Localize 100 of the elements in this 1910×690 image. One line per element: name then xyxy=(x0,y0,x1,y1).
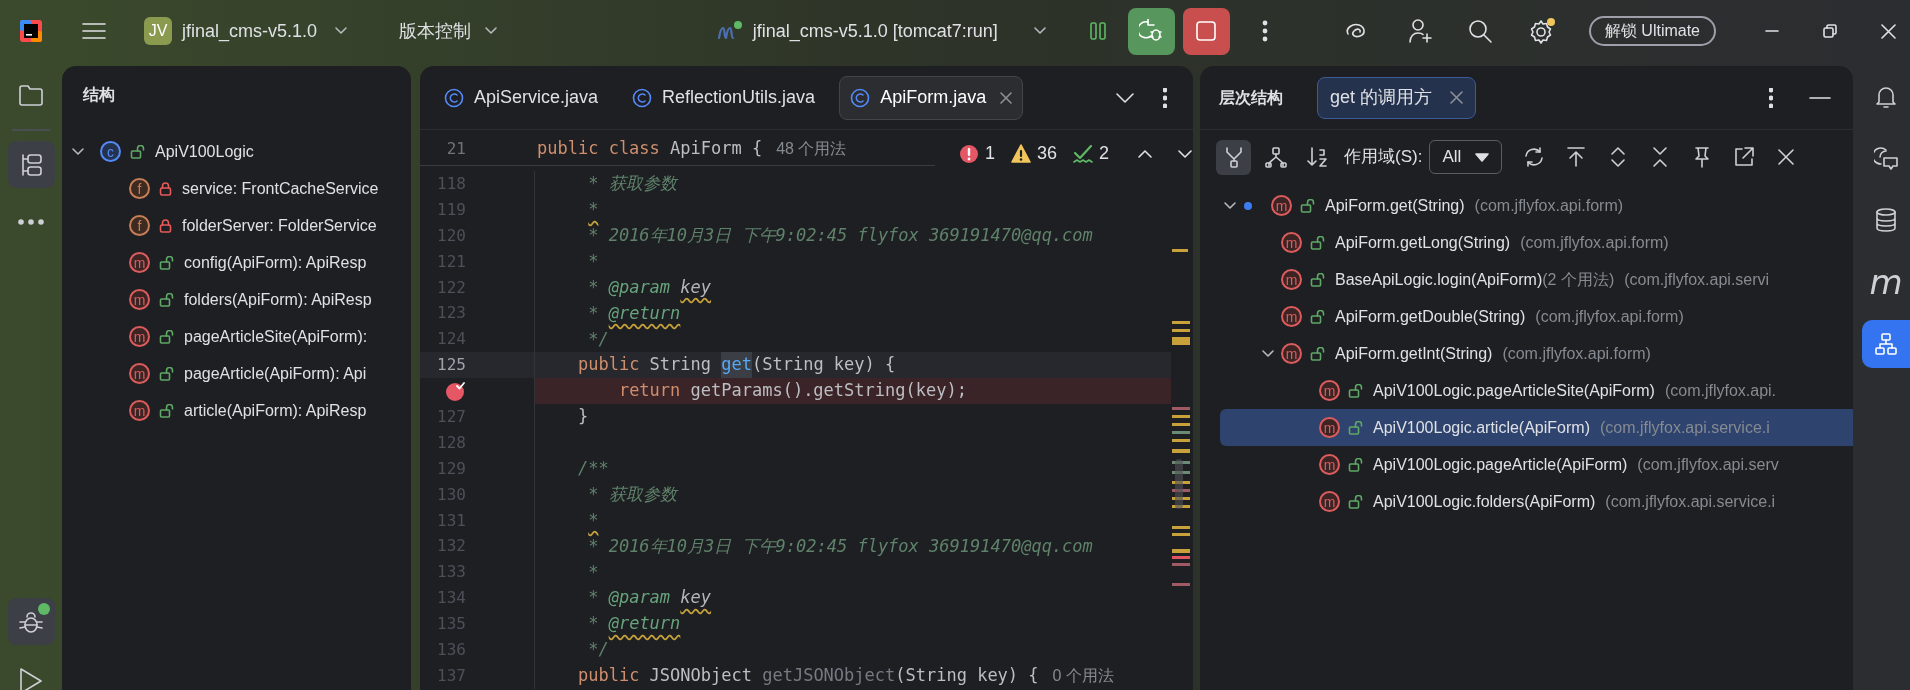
method-icon: m xyxy=(1281,306,1302,327)
method-icon: m xyxy=(129,363,150,384)
code-token: * 2016年10月3日 下午9:02:45 flyfox 369191470@qq.com xyxy=(588,534,1093,558)
scope-dropdown[interactable]: All xyxy=(1429,140,1503,174)
method-name: ApiForm.getDouble(String) xyxy=(1335,306,1526,327)
code-token: get xyxy=(721,352,752,378)
typo-count[interactable]: 2 xyxy=(1099,140,1109,167)
arrow-up-icon xyxy=(1565,146,1588,168)
dropdown-arrow-icon xyxy=(1475,152,1490,162)
code-token: } xyxy=(577,405,589,429)
hierarchy-row[interactable]: m ApiV100Logic.pageArticleSite(ApiForm) (com.jflyfox.api. xyxy=(1220,372,1853,409)
code-token: ApiForm { xyxy=(670,136,763,160)
code-token: * xyxy=(588,560,599,584)
rerun-debug-button[interactable] xyxy=(1127,7,1175,55)
refresh-icon xyxy=(1523,146,1546,168)
warning-count[interactable]: 36 xyxy=(1036,140,1057,167)
restore-icon xyxy=(1823,24,1837,38)
more-icon xyxy=(1261,20,1268,42)
method-name: ApiForm.get(String) xyxy=(1325,195,1465,216)
editor-tab[interactable]: ApiService.java xyxy=(434,75,609,120)
pause-icon xyxy=(1088,21,1107,41)
method-name: ApiV100Logic.article(ApiForm) xyxy=(1373,417,1590,438)
method-icon: m xyxy=(1281,232,1302,253)
method-name: BaseApiLogic.login(ApiForm) xyxy=(1335,269,1543,290)
structure-item[interactable]: pageArticleSite(ApiForm): xyxy=(184,324,368,349)
code-token: */ xyxy=(588,327,609,351)
structure-tool-button[interactable] xyxy=(7,141,55,188)
vcs-menu[interactable]: 版本控制 xyxy=(399,11,500,51)
hierarchy-row[interactable]: m ApiForm.getDouble(String) (com.jflyfox.api.form) xyxy=(1220,298,1853,335)
open-in-window-icon xyxy=(1733,146,1756,168)
line-number: 21 xyxy=(445,137,466,160)
project-badge: JV xyxy=(144,17,172,45)
code-token: /** xyxy=(577,457,609,480)
structure-item[interactable]: article(ApiForm): ApiResp xyxy=(184,398,367,423)
run-configuration-selector[interactable]: jfinal_cms-v5.1.0 [tomcat7:run] xyxy=(715,11,1048,51)
close-icon[interactable] xyxy=(1450,91,1464,104)
breakpoint-icon[interactable] xyxy=(445,380,466,402)
bug-restart-icon xyxy=(1139,19,1164,43)
editor-tab[interactable]: ApiForm.java xyxy=(839,75,1024,120)
menu-icon xyxy=(81,21,107,41)
hierarchy-row[interactable]: m ApiForm.getInt(String) (com.jflyfox.api.form) xyxy=(1220,335,1853,372)
close-icon[interactable] xyxy=(1000,91,1013,104)
method-icon: m xyxy=(1281,343,1302,364)
code-token: getJSONObject xyxy=(762,664,896,688)
unlock-ultimate-button[interactable]: 解锁 Ultimate xyxy=(1588,16,1716,46)
method-icon: m xyxy=(1319,454,1340,475)
error-count[interactable]: 1 xyxy=(984,140,995,167)
editor-tab[interactable]: ReflectionUtils.java xyxy=(622,75,826,120)
method-icon: m xyxy=(129,326,150,347)
debug-tool-button[interactable] xyxy=(7,598,55,645)
structure-item[interactable]: service: FrontCacheService xyxy=(182,176,379,201)
method-icon: m xyxy=(1319,491,1340,512)
code-token: * xyxy=(588,301,600,325)
structure-item[interactable]: pageArticle(ApiForm): Api xyxy=(184,361,367,386)
hierarchy-icon xyxy=(1874,332,1898,356)
class-icon: c xyxy=(100,141,121,162)
field-icon: f xyxy=(129,178,150,199)
hierarchy-row[interactable]: m BaseApiLogic.login(ApiForm)(2 个用法) (com.jflyfox.api.servi xyxy=(1220,261,1853,298)
more-icon[interactable] xyxy=(1769,87,1773,108)
callers-view-button[interactable] xyxy=(1216,139,1251,175)
field-icon: f xyxy=(129,215,150,236)
more-icon xyxy=(18,218,44,225)
code-token: public xyxy=(577,353,641,377)
usage-hint: 48 个用法 xyxy=(776,138,847,159)
error-icon xyxy=(958,143,979,164)
method-icon: m xyxy=(1281,269,1302,290)
hierarchy-tab[interactable]: get 的调用方 xyxy=(1317,76,1477,119)
code-token: (String key) { xyxy=(752,353,896,377)
panel-title: 层次结构 xyxy=(1219,87,1283,108)
stop-button[interactable] xyxy=(1182,7,1230,55)
structure-item[interactable]: folders(ApiForm): ApiResp xyxy=(184,287,372,312)
code-token: * xyxy=(588,198,599,222)
code-token: @param xyxy=(608,275,672,299)
code-token: * xyxy=(588,508,599,532)
hierarchy-row[interactable]: m ApiV100Logic.folders(ApiForm) (com.jflyfox.api.service.i xyxy=(1220,483,1853,520)
app-logo-icon[interactable] xyxy=(19,19,43,43)
hierarchy-row[interactable]: m ApiForm.getLong(String) (com.jflyfox.api.form) xyxy=(1220,224,1853,261)
close-icon xyxy=(1880,23,1896,39)
more-icon[interactable] xyxy=(1163,87,1167,108)
package-name: (com.jflyfox.api.servi xyxy=(1624,269,1770,290)
package-name: (com.jflyfox.api.form) xyxy=(1535,306,1684,327)
code-token: * 2016年10月3日 下午9:02:45 flyfox 369191470@qq.com xyxy=(588,223,1093,247)
add-user-icon xyxy=(1407,18,1434,44)
hierarchy-row[interactable]: m ApiV100Logic.pageArticle(ApiForm) (com.jflyfox.api.serv xyxy=(1220,446,1853,483)
structure-item[interactable]: folderServer: FolderService xyxy=(182,213,377,238)
hierarchy-row[interactable]: m ApiV100Logic.article(ApiForm) (com.jflyfox.api.service.i xyxy=(1220,409,1853,446)
project-selector[interactable]: JV jfinal_cms-v5.1.0 xyxy=(144,11,350,51)
hierarchy-tool-button[interactable] xyxy=(1862,320,1910,368)
code-token: getParams().getString(key); xyxy=(690,379,967,403)
play-icon xyxy=(18,666,44,690)
minimize-icon[interactable] xyxy=(1809,95,1831,100)
class-file-icon xyxy=(444,87,464,108)
code-token: key xyxy=(680,275,712,299)
panel-title: 结构 xyxy=(83,85,115,105)
structure-item[interactable]: ApiV100Logic xyxy=(155,139,254,164)
plugin-tool-button[interactable]: m xyxy=(1862,258,1910,306)
hierarchy-row[interactable]: m ApiForm.get(String) (com.jflyfox.api.form) xyxy=(1220,187,1853,224)
package-name: (com.jflyfox.api.serv xyxy=(1637,454,1779,475)
search-icon xyxy=(1468,18,1494,44)
structure-item[interactable]: config(ApiForm): ApiResp xyxy=(184,250,367,275)
